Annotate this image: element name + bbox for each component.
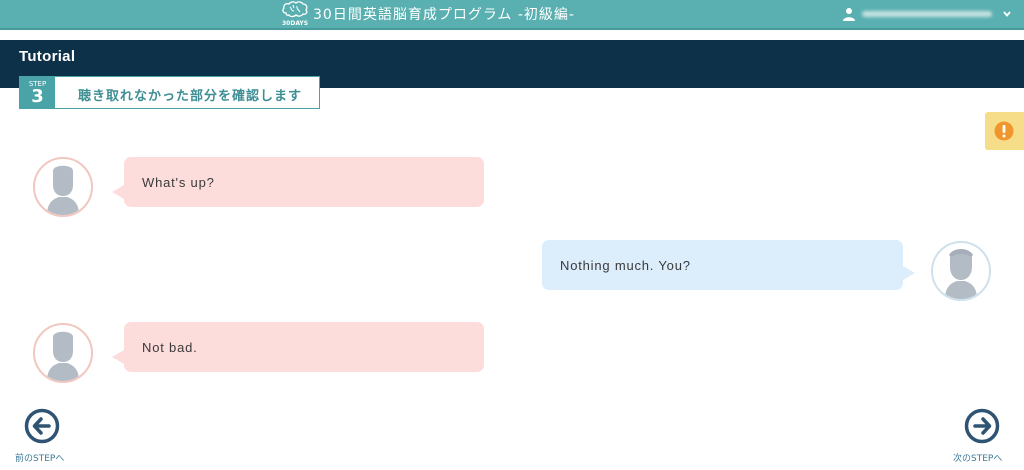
avatar-silhouette-icon [47, 331, 79, 381]
chat-bubble-left: What's up? [112, 157, 484, 207]
user-name-redacted [862, 11, 992, 17]
chat-message-text: What's up? [142, 174, 215, 190]
page-title: Tutorial [19, 48, 76, 65]
avatar [33, 323, 93, 383]
user-icon [843, 8, 855, 21]
step-description: 聴き取れなかった部分を確認します [78, 89, 303, 104]
avatar-silhouette-icon [47, 165, 79, 215]
step-badge: STEP 3 [20, 77, 55, 108]
arrow-left-circle-icon[interactable] [24, 408, 60, 444]
next-step-link[interactable]: 次のSTEPへ [953, 451, 1002, 464]
avatar [33, 157, 93, 217]
app-title: 30日間英語脳育成プログラム -初級編- [313, 7, 575, 23]
avatar [931, 241, 991, 301]
top-bar: 30DAYS 30日間英語脳育成プログラム -初級編- [0, 0, 1024, 30]
alert-icon [994, 121, 1014, 141]
avatar-silhouette-icon [945, 249, 977, 299]
step-indicator: STEP 3 聴き取れなかった部分を確認します [19, 76, 320, 109]
logo-text: 30DAYS [282, 20, 309, 27]
chat-message-text: Not bad. [142, 339, 198, 355]
brain-logo-icon: 30DAYS [281, 1, 309, 27]
user-menu[interactable] [842, 0, 1012, 28]
prev-step-link[interactable]: 前のSTEPへ [15, 451, 64, 464]
app-brand[interactable]: 30DAYS 30日間英語脳育成プログラム -初級編- [281, 1, 575, 27]
step-number: 3 [31, 86, 44, 107]
chat-bubble-right: Nothing much. You? [542, 240, 915, 290]
chevron-down-icon[interactable] [1002, 9, 1012, 19]
chat-bubble-left: Not bad. [112, 322, 484, 372]
alert-tab[interactable] [985, 112, 1024, 150]
arrow-right-circle-icon[interactable] [964, 408, 1000, 444]
chat-message-text: Nothing much. You? [560, 257, 691, 273]
